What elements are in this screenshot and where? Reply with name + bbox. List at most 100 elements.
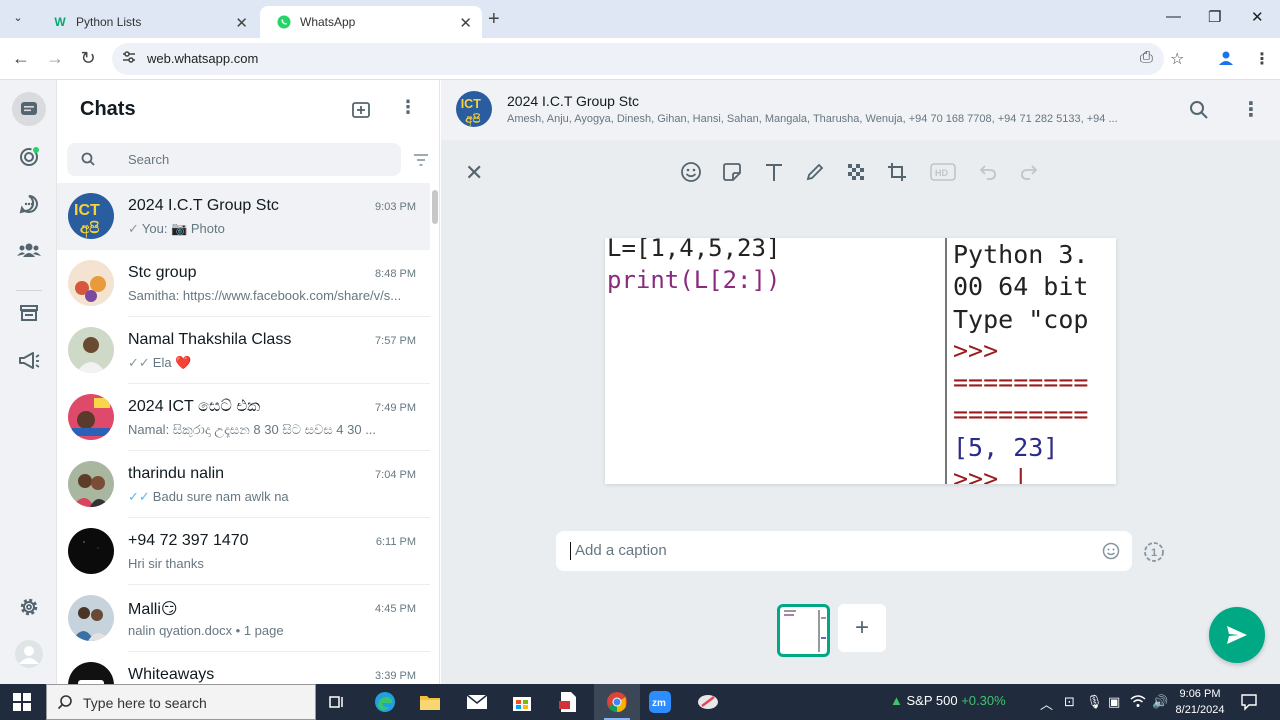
blur-mosaic-icon[interactable] bbox=[844, 160, 868, 184]
close-preview-icon[interactable]: ✕ bbox=[465, 160, 483, 186]
code-line: L=[1,4,5,23] bbox=[607, 238, 781, 262]
clock-time: 9:06 PM bbox=[1179, 688, 1221, 700]
snipping-tool-icon[interactable] bbox=[694, 689, 722, 715]
business-tools-icon[interactable] bbox=[14, 298, 44, 328]
sticker-icon[interactable] bbox=[720, 160, 744, 184]
microphone-icon[interactable]: 🎙 bbox=[1086, 694, 1103, 710]
chat-row[interactable]: Whiteaways 3:39 PM bbox=[57, 652, 430, 684]
store-icon[interactable] bbox=[508, 689, 536, 715]
redo-icon[interactable] bbox=[1017, 160, 1041, 184]
chat-name: Namal Thakshila Class bbox=[128, 331, 292, 348]
tab-python-lists[interactable]: W Python Lists ✕ bbox=[36, 6, 258, 38]
undo-icon[interactable] bbox=[976, 160, 1000, 184]
status-icon[interactable] bbox=[14, 142, 44, 172]
chat-preview: Hri sir thanks bbox=[128, 556, 204, 571]
emoji-icon[interactable] bbox=[1102, 542, 1120, 565]
hd-quality-icon[interactable]: HD bbox=[929, 160, 957, 184]
profile-icon[interactable] bbox=[1217, 49, 1235, 72]
view-once-icon[interactable]: 1 bbox=[1142, 540, 1166, 569]
crop-rotate-icon[interactable] bbox=[885, 160, 909, 184]
new-chat-icon[interactable] bbox=[351, 100, 373, 125]
pencil-draw-icon[interactable] bbox=[803, 160, 827, 184]
bookmark-star-icon[interactable]: ☆ bbox=[1170, 49, 1184, 69]
chat-row[interactable]: Stc group 8:48 PM Samitha: https://www.f… bbox=[57, 250, 430, 317]
add-media-button[interactable]: + bbox=[838, 604, 886, 652]
group-avatar[interactable]: ICT අපි bbox=[456, 91, 492, 127]
text-cursor bbox=[570, 542, 571, 560]
omnibox[interactable]: web.whatsapp.com bbox=[112, 43, 1164, 75]
chat-row[interactable]: +94 72 397 1470 6:11 PM Hri sir thanks bbox=[57, 518, 430, 585]
svg-text:1: 1 bbox=[1151, 547, 1157, 559]
chat-row[interactable]: Malli😏 4:45 PM nalin qyation.docx • 1 pa… bbox=[57, 585, 430, 652]
contact-avatar bbox=[68, 461, 114, 507]
chats-icon[interactable] bbox=[12, 92, 46, 126]
camera-icon[interactable]: ▣ bbox=[1108, 694, 1120, 710]
caption-input[interactable]: Add a caption bbox=[556, 531, 1132, 571]
chat-list-menu-icon[interactable]: ⋮ bbox=[399, 97, 417, 118]
install-app-icon[interactable]: ⎙ bbox=[1140, 49, 1153, 67]
close-window-icon[interactable]: ✕ bbox=[1251, 8, 1264, 26]
edge-icon[interactable] bbox=[371, 689, 399, 715]
taskbar-search[interactable]: Type here to search bbox=[46, 684, 316, 720]
back-icon[interactable]: ← bbox=[10, 48, 32, 69]
site-settings-icon[interactable] bbox=[122, 50, 136, 67]
windows-start-icon[interactable] bbox=[13, 693, 31, 716]
stock-change: +0.30% bbox=[961, 693, 1006, 708]
meet-now-icon[interactable]: ⊡ bbox=[1064, 694, 1075, 710]
wifi-icon[interactable] bbox=[1130, 694, 1146, 711]
media-preview-pane: ICT අපි 2024 I.C.T Group Stc Amesh, Anju,… bbox=[441, 80, 1280, 684]
emoji-sticker-icon[interactable] bbox=[679, 160, 703, 184]
close-tab-icon[interactable]: ✕ bbox=[459, 14, 472, 32]
new-tab-button[interactable]: + bbox=[488, 8, 500, 31]
chat-row[interactable]: Namal Thakshila Class 7:57 PM ✓✓ Ela ❤️ bbox=[57, 317, 430, 384]
close-tab-icon[interactable]: ✕ bbox=[235, 14, 248, 32]
settings-gear-icon[interactable] bbox=[14, 592, 44, 622]
document-app-icon[interactable] bbox=[554, 689, 582, 715]
filter-icon[interactable] bbox=[413, 153, 429, 171]
tab-search-dropdown[interactable]: ⌄ bbox=[8, 8, 28, 28]
communities-icon[interactable] bbox=[14, 235, 44, 265]
system-clock[interactable]: 9:06 PM 8/21/2024 bbox=[1164, 686, 1236, 718]
group-members: Amesh, Anju, Ayogya, Dinesh, Gihan, Hans… bbox=[507, 113, 1118, 125]
browser-menu-icon[interactable]: ⋮ bbox=[1254, 49, 1270, 69]
svg-text:ICT: ICT bbox=[461, 97, 482, 111]
media-thumbnail[interactable] bbox=[777, 604, 830, 657]
reload-icon[interactable]: ↻ bbox=[77, 48, 99, 69]
ads-megaphone-icon[interactable] bbox=[14, 346, 44, 376]
search-input[interactable]: Search bbox=[67, 143, 401, 176]
chat-row[interactable]: 2024 ICT සෙට් එක 7:49 PM Namal: සිකුරාදා… bbox=[57, 384, 430, 451]
mail-icon[interactable] bbox=[463, 689, 491, 715]
file-explorer-icon[interactable] bbox=[416, 689, 444, 715]
chat-name: Malli😏 bbox=[128, 601, 178, 618]
shell-line: >>> | bbox=[953, 464, 1029, 484]
chat-time: 7:57 PM bbox=[375, 335, 416, 347]
show-hidden-icons[interactable]: ︿ bbox=[1040, 694, 1053, 713]
profile-avatar[interactable] bbox=[14, 639, 44, 669]
chat-row[interactable]: tharindu nalin 7:04 PM ✓✓ Badu sure nam a… bbox=[57, 451, 430, 518]
task-view-icon[interactable] bbox=[323, 689, 351, 715]
conversation-menu-icon[interactable]: ⋮ bbox=[1241, 97, 1261, 122]
chat-list-scrollbar[interactable] bbox=[432, 190, 438, 224]
double-tick-icon: ✓✓ bbox=[128, 355, 150, 370]
send-button[interactable] bbox=[1209, 607, 1265, 663]
shell-line: >>> bbox=[953, 336, 999, 365]
chrome-icon[interactable] bbox=[603, 689, 631, 715]
stock-widget[interactable]: ▲ S&P 500 +0.30% bbox=[890, 693, 1006, 708]
url-text: web.whatsapp.com bbox=[147, 51, 259, 66]
channels-icon[interactable] bbox=[14, 189, 44, 219]
restore-icon[interactable]: ❐ bbox=[1208, 8, 1221, 26]
forward-icon[interactable]: → bbox=[44, 48, 66, 69]
chat-name: tharindu nalin bbox=[128, 465, 225, 482]
shell-line: 00 64 bit bbox=[953, 272, 1089, 301]
search-icon[interactable] bbox=[1189, 100, 1209, 125]
zoom-icon[interactable]: zm bbox=[646, 689, 674, 715]
conversation-header[interactable]: ICT අපි 2024 I.C.T Group Stc Amesh, Anju,… bbox=[441, 80, 1280, 140]
chat-row[interactable]: ICT අපි 2024 I.C.T Group Stc 9:03 PM ✓ You… bbox=[57, 183, 430, 250]
group-avatar bbox=[68, 260, 114, 306]
chat-time: 3:39 PM bbox=[375, 670, 416, 682]
text-tool-icon[interactable] bbox=[762, 160, 786, 184]
tab-whatsapp[interactable]: WhatsApp ✕ bbox=[260, 6, 482, 38]
notification-center-icon[interactable] bbox=[1240, 693, 1258, 716]
contact-avatar bbox=[68, 327, 114, 373]
minimize-icon[interactable]: — bbox=[1166, 8, 1181, 25]
